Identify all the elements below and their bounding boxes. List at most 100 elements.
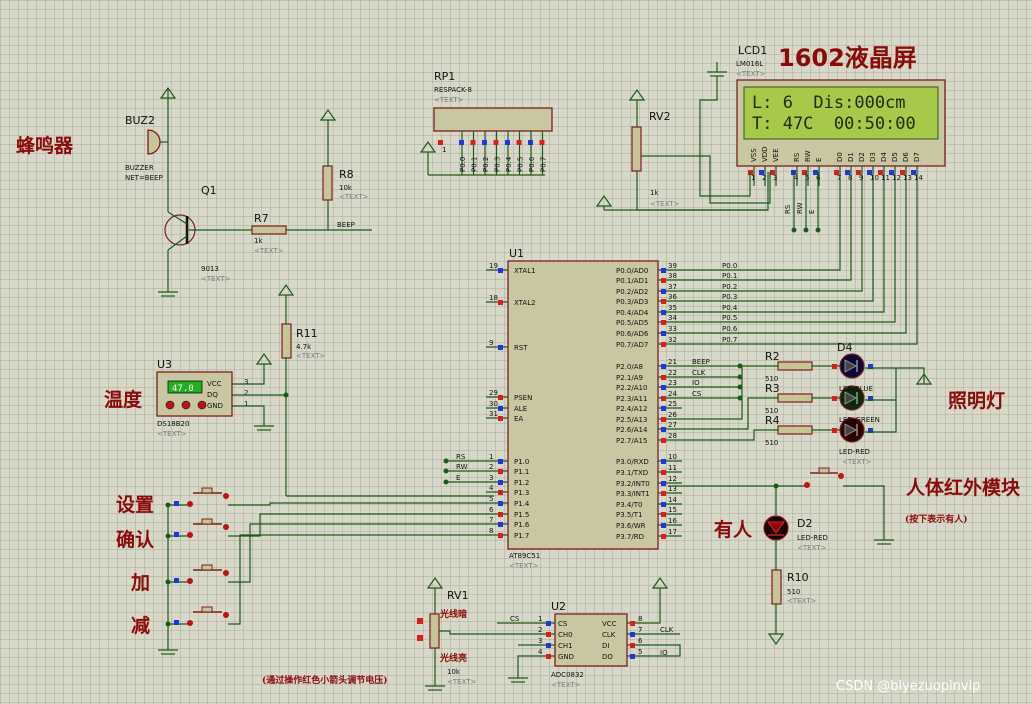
lcd-pin-marker [856,170,861,175]
rp1-pin-P0.3: P0.3 [494,157,502,172]
net-junction [443,479,449,485]
u1-pin-p1.6: P1.6 [514,521,530,529]
u1-pin-p0.7-ad7: P0.7/AD7 [616,341,648,349]
p1-net-rs: RS [456,453,466,461]
u1-pin-p2.5-a13: P2.5/A13 [616,416,647,424]
u2-pin-num-6: 6 [638,637,643,645]
u2-pin-di: DI [602,642,609,650]
lcd-ctrl-net-rs: RS [784,204,792,214]
u1-pin-marker [498,406,503,411]
lcd-pin-d1: D1 [847,152,855,162]
u1-pin-marker [661,481,666,486]
u1-pin-marker [498,416,503,421]
rp1-pin-P0.2: P0.2 [482,157,490,172]
u1-pin-marker [498,345,503,350]
u1-pin-num-34: 34 [668,314,677,322]
p0-net-P0.3: P0.3 [722,293,737,301]
p0-bus-wire [682,186,863,292]
rv1-ref: RV1 [447,589,469,602]
key-sub[interactable] [165,534,487,627]
rp1-pins: P0.0 P0.1 P0.2 P0.3 P0.4 P0.5 P0.6 P0.7 [438,131,548,175]
u1-pin-p1.0: P1.0 [514,458,529,466]
lcd-pin-e: E [815,158,823,162]
u1-pin-p1.3: P1.3 [514,489,529,497]
u1-pin-num-15: 15 [668,506,677,514]
u1-pin-p0.5-ad5: P0.5/AD5 [616,319,648,327]
p0-net-P0.1: P0.1 [722,272,737,280]
u1-pin-num-27: 27 [668,421,677,429]
r11-ref: R11 [296,327,318,340]
u1-pin-num-12: 12 [668,475,677,483]
buz2-net: NET=BEEP [125,174,163,182]
u3-pin-gnd: GND [207,402,223,410]
lcd-pin-num-8: 8 [848,174,852,182]
potentiometer-rv1[interactable] [417,576,531,691]
lcd-pin-num-9: 9 [859,174,863,182]
beep-net-label: BEEP [337,221,355,229]
someone-label: 有人 [714,518,753,541]
u2-ref: U2 [551,600,566,613]
u1-pin-marker [661,331,666,336]
lcd-pin-marker [867,170,872,175]
u1-pin-marker [498,300,503,305]
u1-pin-xtal2: XTAL2 [514,299,536,307]
rp1-pin-marker [482,140,487,145]
u2-pin-marker [630,643,635,648]
lcd-pin-vss: VSS [750,148,758,162]
resistor-r2 [777,361,813,371]
u1-pin-num-7: 7 [489,516,493,524]
u1-pin-marker [661,470,666,475]
lcd-pin-d6: D6 [902,152,910,162]
rp1-pin-marker [539,140,545,145]
u1-pin-num-9: 9 [489,339,493,347]
watermark: CSDN @biyezuopinvip [836,679,980,694]
u1-pin-marker [498,533,503,538]
lcd-pin-marker [845,170,850,175]
lcd-pin-rs: RS [793,152,801,162]
lcd-pin-num-11: 11 [881,174,890,182]
p0-net-P0.5: P0.5 [722,314,737,322]
u2-pin-marker [630,632,635,637]
temperature-label: 温度 [104,388,143,411]
lcd-pin-marker [759,170,764,175]
u1-pin-num-6: 6 [489,506,494,514]
u1-pin-marker [498,480,503,485]
light-bright-label: 光线亮 [439,652,467,664]
u1-pin-num-29: 29 [489,389,498,397]
pir-module-label: 人体红外模块 [906,476,1021,499]
confirm-key-label: 确认 [116,528,154,551]
key-pin-marker [174,501,179,506]
led-d2 [763,486,789,570]
lcd-pin-d0: D0 [836,152,844,162]
led-drive-wire [682,397,778,430]
lcd-line-2: T: 47C 00:50:00 [752,114,916,134]
rp1-pin-P0.0: P0.0 [459,157,467,172]
u1-pin-marker [661,438,666,443]
lcd-pin-d2: D2 [858,152,866,162]
lcd-part: LM016L [736,60,763,68]
mcu-at89c51: 19 XTAL1 18 XTAL2 9 RST 29 PSEN 30 ALE 31 EA 1 P1.0 2 P… [486,260,682,550]
u1-pin-marker [498,501,503,506]
u1-pin-p0.6-ad6: P0.6/AD6 [616,330,649,338]
u1-pin-num-39: 39 [668,262,677,270]
u1-pin-marker [661,427,666,432]
ds18b20-wiring [232,352,494,497]
buzzer-label: 蜂鸣器 [16,134,74,157]
r11-value: 4.7k [296,343,312,351]
u1-pin-marker [498,512,503,517]
u1-pin-marker [661,268,666,273]
lcd-pin-d4: D4 [880,152,888,162]
p0-bus-wire [682,186,885,313]
u1-pin-marker [661,459,666,464]
rp1-pin-marker [516,140,522,145]
rp1-power-arrow [419,140,437,175]
u1-pin-num-19: 19 [489,262,498,270]
u1-pin-num-21: 21 [668,358,677,366]
u1-pin-marker [661,299,666,304]
q1-part: 9013 [201,265,219,273]
u1-pin-marker [661,342,666,347]
u1-part: AT89C51 [509,552,540,560]
key-add[interactable] [165,523,487,585]
r10-value: 510 [787,588,800,596]
key-set[interactable] [165,487,487,508]
